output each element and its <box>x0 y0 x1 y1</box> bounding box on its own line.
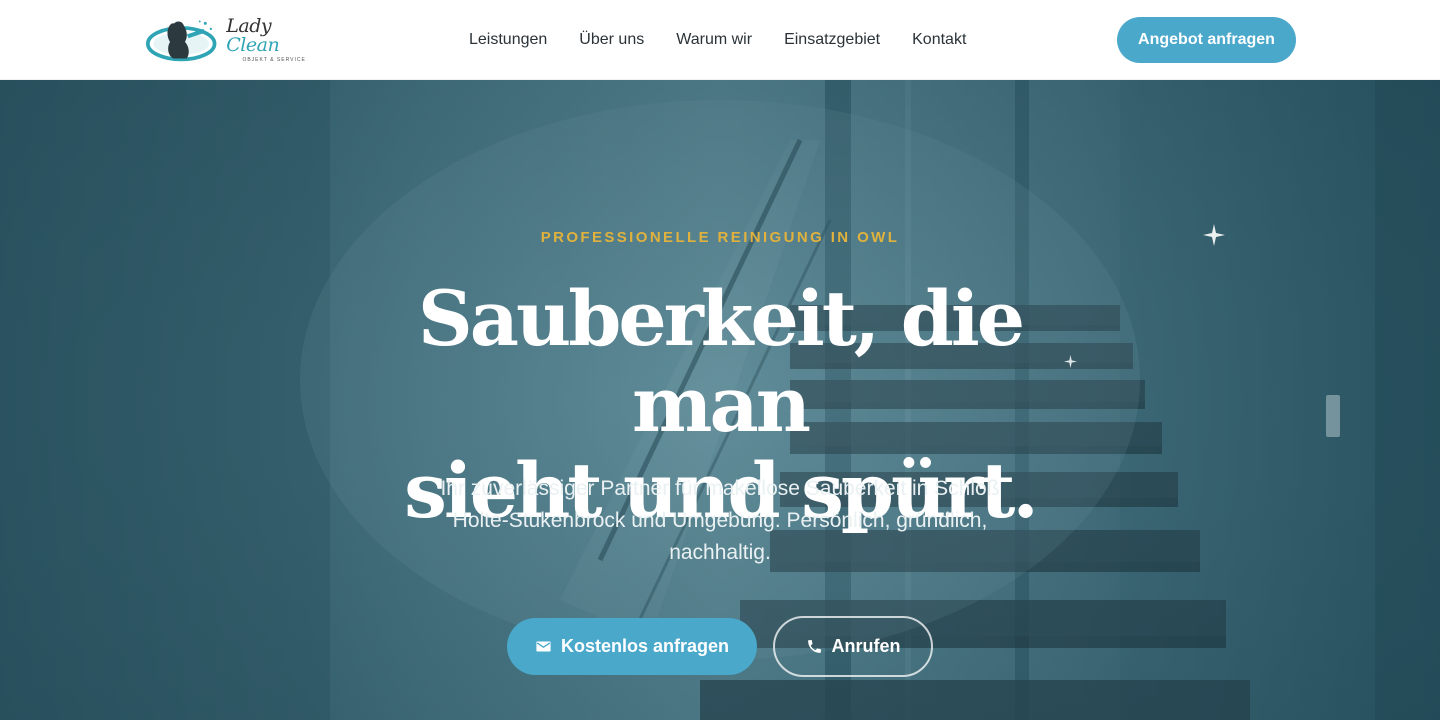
nav-item-leistungen[interactable]: Leistungen <box>469 31 547 49</box>
hero-subline: Ihr zuverlässiger Partner für makellose … <box>440 477 1000 564</box>
hero-eyebrow: PROFESSIONELLE REINIGUNG IN OWL <box>540 229 900 246</box>
hero-section: PROFESSIONELLE REINIGUNG IN OWL Sauberke… <box>0 80 1440 720</box>
logo-name-part2: Clean <box>226 34 280 56</box>
logo-name: Lady Clean <box>226 17 322 55</box>
main-nav: Leistungen Über uns Warum wir Einsatzgeb… <box>469 28 966 52</box>
nav-item-warum-wir[interactable]: Warum wir <box>676 31 752 49</box>
hero-headline-line1: Sauberkeit, die man <box>417 274 1025 449</box>
nav-item-ueber-uns[interactable]: Über uns <box>579 31 644 49</box>
logo-wordmark: Lady Clean OBJEKT & SERVICE <box>226 17 322 63</box>
nav-item-einsatzgebiet[interactable]: Einsatzgebiet <box>784 31 880 49</box>
logo-tagline: OBJEKT & SERVICE <box>242 57 306 63</box>
mail-icon <box>536 641 551 652</box>
nav-item-kontakt[interactable]: Kontakt <box>912 31 966 49</box>
call-button-label: Anrufen <box>831 636 901 656</box>
free-request-button-label: Kostenlos anfragen <box>560 636 730 656</box>
call-button[interactable]: Anrufen <box>773 616 933 677</box>
logo[interactable]: Lady Clean OBJEKT & SERVICE <box>146 14 322 66</box>
free-request-button[interactable]: Kostenlos anfragen <box>507 618 757 675</box>
site-header: Lady Clean OBJEKT & SERVICE Leistungen Ü… <box>0 0 1440 80</box>
lady-clean-logo-icon <box>146 20 217 62</box>
request-offer-button[interactable]: Angebot anfragen <box>1117 17 1296 63</box>
phone-icon <box>807 640 821 653</box>
